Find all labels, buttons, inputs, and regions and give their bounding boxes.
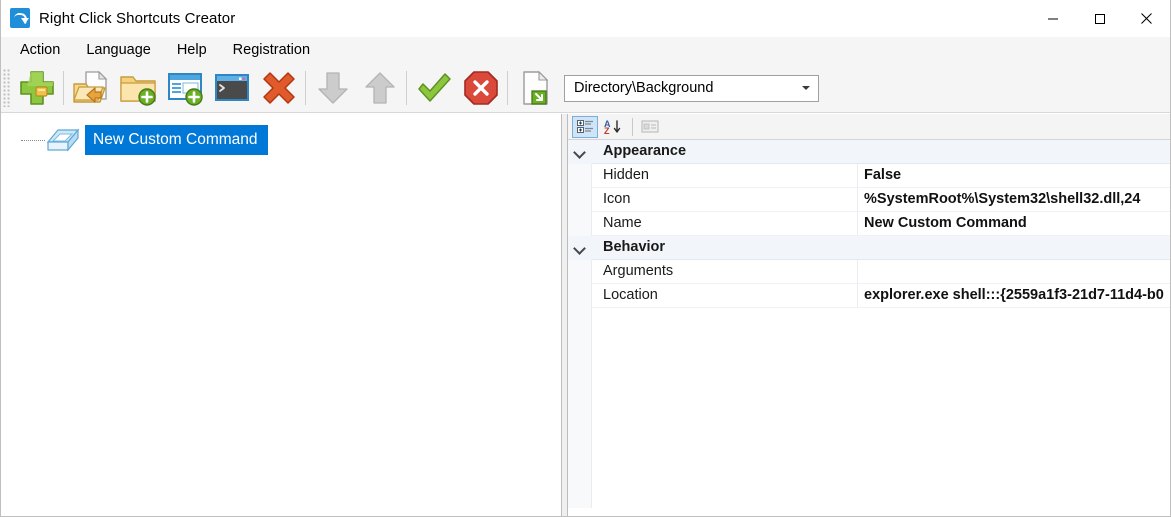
toolbar: Directory\Background: [1, 64, 1170, 113]
open-document-icon: [72, 70, 107, 103]
categorized-icon: [576, 120, 593, 133]
category-name: Appearance: [603, 142, 687, 159]
toolbar-separator: [63, 71, 64, 105]
maximize-icon[interactable]: [1076, 0, 1123, 37]
apply-button[interactable]: [410, 66, 457, 111]
toolbar-grip[interactable]: [3, 69, 10, 107]
property-name: Location: [592, 283, 858, 308]
property-category-behavior[interactable]: Behavior: [568, 235, 1170, 260]
tree-connector-line: [21, 139, 45, 141]
categorized-view-button[interactable]: [572, 115, 598, 138]
delete-button[interactable]: [255, 66, 302, 111]
green-plus-icon: [19, 71, 54, 105]
property-rows: Appearance Hidden False Icon %SystemRoot…: [568, 139, 1170, 308]
console-icon: [214, 74, 249, 101]
property-toolbar-separator: [632, 117, 633, 136]
property-category-appearance[interactable]: Appearance: [568, 139, 1170, 164]
application-window: Right Click Shortcuts Creator Action Lan…: [0, 0, 1171, 517]
svg-text:Z: Z: [604, 126, 610, 135]
property-name: Icon: [592, 187, 858, 212]
export-button[interactable]: [511, 66, 558, 111]
context-type-value: Directory\Background: [574, 80, 714, 96]
property-row-icon[interactable]: Icon %SystemRoot%\System32\shell32.dll,2…: [568, 187, 1170, 212]
menu-item-language[interactable]: Language: [73, 39, 164, 62]
main-content: New Custom Command A Z Appearance Hidden…: [1, 114, 1170, 516]
chevron-down-icon: [575, 243, 585, 253]
category-expander-appearance[interactable]: [568, 139, 592, 164]
category-value-spacer: [858, 236, 1170, 260]
window-title: Right Click Shortcuts Creator: [39, 9, 236, 27]
tree-item-label: New Custom Command: [85, 124, 268, 156]
alphabetical-sort-button[interactable]: A Z: [600, 116, 626, 138]
property-row-arguments[interactable]: Arguments: [568, 259, 1170, 284]
property-pages-icon: [641, 120, 659, 133]
tree-item-new-custom-command[interactable]: New Custom Command: [1, 122, 268, 158]
menu-bar: Action Language Help Registration: [1, 37, 1170, 64]
green-check-icon: [417, 73, 451, 102]
move-up-button[interactable]: [356, 66, 403, 111]
row-gutter: [568, 187, 592, 212]
property-value[interactable]: %SystemRoot%\System32\shell32.dll,24: [858, 188, 1170, 212]
toolbar-separator: [507, 71, 508, 105]
window-controls: [1029, 0, 1170, 37]
property-name: Hidden: [592, 163, 858, 188]
property-row-location[interactable]: Location explorer.exe shell:::{2559a1f3-…: [568, 283, 1170, 308]
share-arrow-icon: [10, 8, 30, 28]
window-add-icon: [167, 73, 203, 106]
property-value[interactable]: False: [858, 164, 1170, 188]
menu-item-help[interactable]: Help: [164, 39, 220, 62]
arrow-up-icon: [364, 72, 395, 104]
property-value[interactable]: [858, 260, 1170, 284]
folder-add-icon: [119, 76, 156, 106]
row-gutter: [568, 259, 592, 284]
move-down-button[interactable]: [309, 66, 356, 111]
chevron-down-icon: [575, 147, 585, 157]
minimize-icon[interactable]: [1029, 0, 1076, 37]
new-console-button[interactable]: [208, 66, 255, 111]
cancel-button[interactable]: [457, 66, 504, 111]
toolbar-separator: [406, 71, 407, 105]
property-name: Arguments: [592, 259, 858, 284]
menu-item-registration[interactable]: Registration: [220, 39, 323, 62]
sort-az-icon: A Z: [604, 119, 621, 135]
open-file-button[interactable]: [67, 66, 114, 111]
property-value[interactable]: New Custom Command: [858, 212, 1170, 236]
row-gutter: [568, 163, 592, 188]
property-grid-empty-area: [568, 308, 1170, 508]
context-type-combobox[interactable]: Directory\Background: [564, 74, 819, 102]
close-icon[interactable]: [1123, 0, 1170, 37]
new-folder-button[interactable]: [114, 66, 161, 111]
window-3d-icon: [45, 127, 81, 153]
row-gutter: [568, 211, 592, 236]
command-tree-panel[interactable]: New Custom Command: [1, 114, 562, 516]
property-grid-panel: A Z Appearance Hidden False Icon %System…: [568, 114, 1170, 516]
add-command-button[interactable]: [13, 66, 60, 111]
page-export-icon: [522, 70, 548, 105]
red-stop-icon: [463, 71, 498, 105]
category-expander-behavior[interactable]: [568, 235, 592, 260]
property-grid-toolbar: A Z: [568, 114, 1170, 140]
new-dialog-button[interactable]: [161, 66, 208, 111]
row-gutter: [568, 283, 592, 308]
property-grid-gutter-fill: [568, 308, 592, 508]
property-name: Name: [592, 211, 858, 236]
chevron-down-icon[interactable]: [794, 75, 818, 101]
category-value-spacer: [858, 140, 1170, 164]
arrow-down-icon: [317, 72, 348, 104]
toolbar-separator: [305, 71, 306, 105]
property-pages-button[interactable]: [637, 116, 663, 138]
property-row-hidden[interactable]: Hidden False: [568, 163, 1170, 188]
property-row-name[interactable]: Name New Custom Command: [568, 211, 1170, 236]
title-bar: Right Click Shortcuts Creator: [1, 0, 1170, 37]
menu-item-action[interactable]: Action: [7, 39, 73, 62]
property-value[interactable]: explorer.exe shell:::{2559a1f3-21d7-11d4…: [858, 284, 1170, 308]
category-name: Behavior: [603, 238, 666, 255]
red-x-icon: [262, 72, 295, 104]
